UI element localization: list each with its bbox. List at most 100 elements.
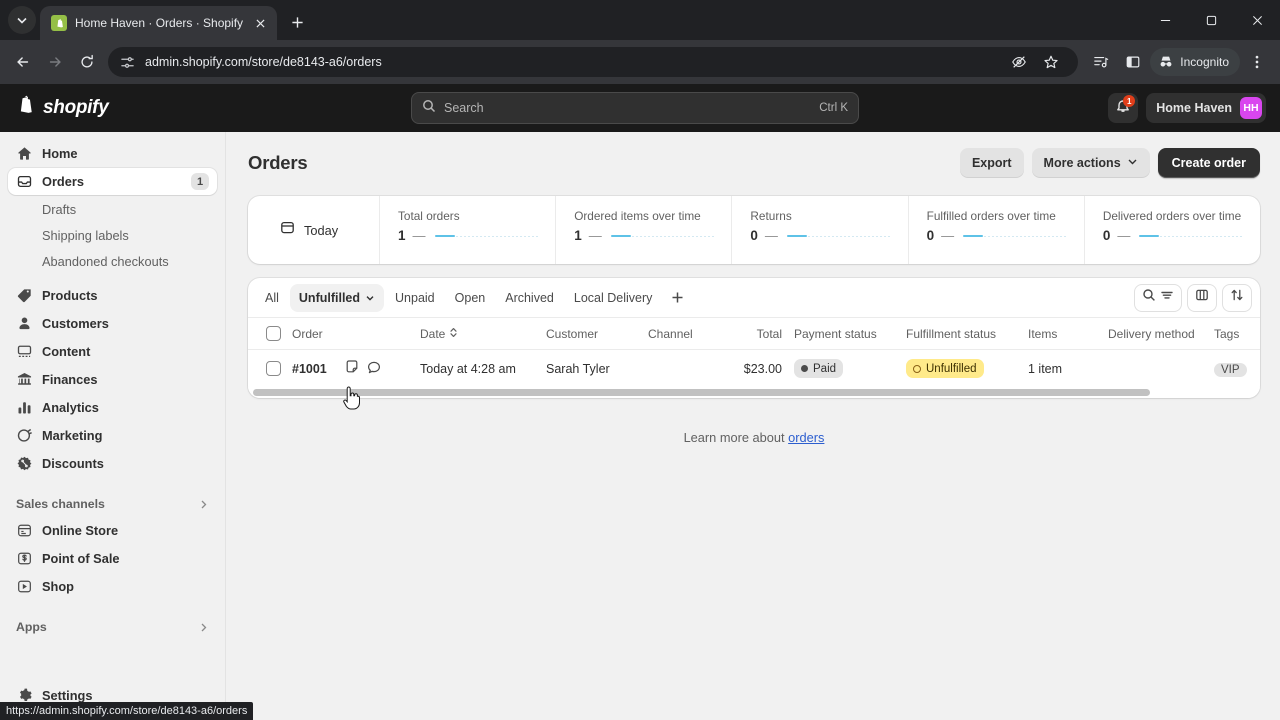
- column-header-channel[interactable]: Channel: [648, 318, 732, 350]
- column-header-payment-status[interactable]: Payment status: [794, 318, 906, 350]
- column-header-tags[interactable]: Tags: [1214, 318, 1260, 350]
- tab-all[interactable]: All: [256, 284, 288, 312]
- search-input[interactable]: Search Ctrl K: [411, 92, 859, 124]
- select-all-checkbox[interactable]: [266, 326, 281, 341]
- tab-open[interactable]: Open: [446, 284, 495, 312]
- sidebar-item-shipping-labels[interactable]: Shipping labels: [8, 222, 217, 248]
- sidebar-item-drafts[interactable]: Drafts: [8, 196, 217, 222]
- metric-card[interactable]: Ordered items over time 1 —: [556, 196, 733, 264]
- sidebar-item-orders[interactable]: Orders 1: [8, 168, 217, 195]
- reload-icon[interactable]: [72, 47, 102, 77]
- sidebar-item-point-of-sale[interactable]: Point of Sale: [8, 545, 217, 572]
- new-tab-button[interactable]: [283, 8, 311, 36]
- orders-help-link[interactable]: orders: [788, 430, 824, 445]
- sidebar-item-discounts[interactable]: Discounts: [8, 450, 217, 477]
- browser-tab[interactable]: Home Haven · Orders · Shopify: [40, 6, 278, 40]
- sort-arrows-icon: [449, 327, 458, 341]
- back-icon[interactable]: [8, 47, 38, 77]
- topbar-right: 1 Home Haven HH: [1108, 93, 1266, 123]
- edit-columns-button[interactable]: [1187, 283, 1217, 312]
- tab-search-chevron-icon[interactable]: [8, 6, 36, 34]
- sidebar-item-marketing[interactable]: Marketing: [8, 422, 217, 449]
- create-order-button[interactable]: Create order: [1157, 148, 1260, 178]
- sidebar-item-products[interactable]: Products: [8, 282, 217, 309]
- cell-fulfillment-status: Unfulfilled: [906, 350, 1028, 388]
- notifications-button[interactable]: 1: [1108, 93, 1139, 123]
- column-header-date[interactable]: Date: [420, 318, 546, 350]
- column-header-items[interactable]: Items: [1028, 318, 1108, 350]
- row-checkbox[interactable]: [266, 361, 281, 376]
- side-panel-icon[interactable]: [1118, 47, 1148, 77]
- tab-archived[interactable]: Archived: [496, 284, 563, 312]
- metric-value: 1: [398, 228, 406, 243]
- table-horizontal-scrollbar[interactable]: [248, 387, 1260, 398]
- tab-unfulfilled[interactable]: Unfulfilled: [289, 283, 385, 312]
- sidebar-section-sales-channels[interactable]: Sales channels: [8, 491, 217, 517]
- cell-order[interactable]: #1001: [292, 350, 420, 388]
- sidebar-item-customers[interactable]: Customers: [8, 310, 217, 337]
- chevron-down-icon[interactable]: [365, 293, 375, 303]
- column-header-delivery-method[interactable]: Delivery method: [1108, 318, 1214, 350]
- metric-sparkline: [609, 231, 720, 241]
- sidebar-item-online-store[interactable]: Online Store: [8, 517, 217, 544]
- calendar-icon: [280, 220, 295, 240]
- chevron-down-icon: [1127, 156, 1138, 170]
- sidebar-item-home[interactable]: Home: [8, 140, 217, 167]
- column-header-fulfillment-status[interactable]: Fulfillment status: [906, 318, 1028, 350]
- sort-button[interactable]: [1222, 283, 1252, 312]
- sidebar-item-content[interactable]: Content: [8, 338, 217, 365]
- note-icon[interactable]: [345, 360, 359, 377]
- metric-card[interactable]: Returns 0 —: [732, 196, 909, 264]
- bookmark-star-icon[interactable]: [1036, 47, 1066, 77]
- metrics-period-selector[interactable]: Today: [248, 196, 380, 264]
- scrollbar-thumb[interactable]: [253, 389, 1151, 396]
- orders-count-badge: 1: [191, 173, 209, 190]
- minimize-icon[interactable]: [1142, 0, 1188, 40]
- close-window-icon[interactable]: [1234, 0, 1280, 40]
- more-actions-button[interactable]: More actions: [1031, 148, 1150, 178]
- sidebar-subitem-label: Shipping labels: [42, 227, 129, 243]
- sidebar-item-analytics[interactable]: Analytics: [8, 394, 217, 421]
- incognito-eye-icon[interactable]: [1004, 47, 1034, 77]
- site-settings-icon[interactable]: [120, 55, 135, 70]
- sidebar-item-label: Products: [42, 288, 98, 303]
- sidebar-item-shop[interactable]: Shop: [8, 573, 217, 600]
- sidebar-item-abandoned-checkouts[interactable]: Abandoned checkouts: [8, 248, 217, 274]
- metric-card[interactable]: Delivered orders over time 0 —: [1085, 196, 1260, 264]
- tab-local-delivery[interactable]: Local Delivery: [565, 284, 662, 312]
- address-bar[interactable]: admin.shopify.com/store/de8143-a6/orders: [108, 47, 1079, 77]
- store-name: Home Haven: [1156, 101, 1232, 115]
- sidebar-item-label: Finances: [42, 372, 98, 387]
- store-menu-button[interactable]: Home Haven HH: [1146, 93, 1266, 123]
- metric-card[interactable]: Fulfilled orders over time 0 —: [909, 196, 1085, 264]
- sidebar-item-finances[interactable]: Finances: [8, 366, 217, 393]
- page-viewport: shopify Search Ctrl K 1 Home Haven HH Ho…: [0, 84, 1280, 720]
- table-row[interactable]: #1001 Today at 4:28 am Sarah Tyler $23.0…: [248, 350, 1260, 388]
- tab-unpaid[interactable]: Unpaid: [386, 284, 444, 312]
- add-view-button[interactable]: [663, 284, 691, 312]
- metric-card[interactable]: Total orders 1 —: [380, 196, 557, 264]
- sidebar-section-apps[interactable]: Apps: [8, 614, 217, 640]
- export-button[interactable]: Export: [959, 148, 1024, 178]
- tag-badge: VIP: [1214, 362, 1247, 377]
- downloads-icon[interactable]: [1086, 47, 1116, 77]
- discounts-icon: [16, 456, 32, 472]
- sidebar-item-label: Settings: [42, 688, 93, 703]
- close-icon[interactable]: [251, 14, 269, 32]
- chrome-menu-icon[interactable]: [1242, 47, 1272, 77]
- column-header-total[interactable]: Total: [732, 318, 794, 350]
- metric-sparkline: [785, 231, 896, 241]
- maximize-icon[interactable]: [1188, 0, 1234, 40]
- comment-icon[interactable]: [367, 360, 381, 377]
- column-header-customer[interactable]: Customer: [546, 318, 648, 350]
- sidebar-subitem-label: Drafts: [42, 201, 77, 217]
- window-controls: [1142, 0, 1280, 40]
- column-header-order[interactable]: Order: [292, 318, 420, 350]
- page-header: Orders Export More actions Create order: [248, 146, 1260, 180]
- incognito-indicator[interactable]: Incognito: [1150, 48, 1240, 76]
- search-and-filter-button[interactable]: [1134, 283, 1182, 312]
- browser-toolbar: admin.shopify.com/store/de8143-a6/orders: [0, 40, 1280, 84]
- home-icon: [16, 146, 32, 162]
- browser-tab-title: Home Haven · Orders · Shopify: [75, 16, 244, 30]
- shopify-logo[interactable]: shopify: [14, 94, 109, 123]
